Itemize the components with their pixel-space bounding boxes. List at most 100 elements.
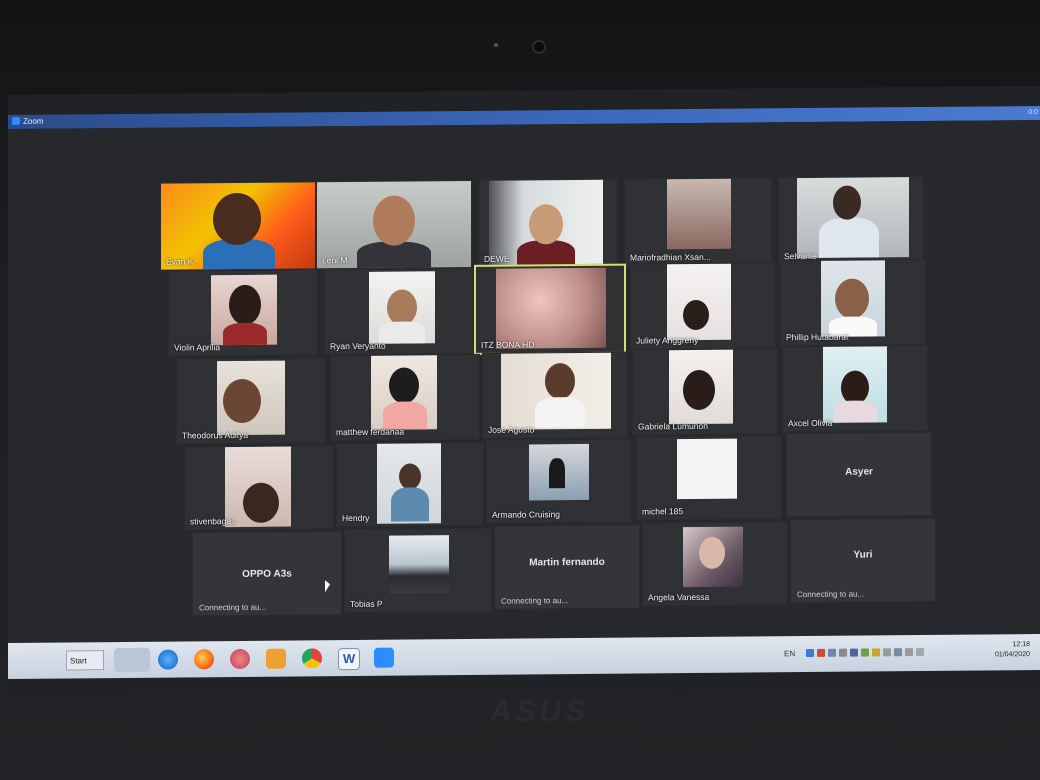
participant-tile[interactable]: OPPO A3s Connecting to au... xyxy=(192,531,342,617)
connecting-status: Connecting to au... xyxy=(501,596,569,606)
participant-name: stivenbagas xyxy=(190,516,236,527)
participant-tile[interactable]: Violin Aprilia xyxy=(168,269,318,357)
participant-name: Axcel Olivia xyxy=(788,417,833,429)
participant-name: Violin Aprilia xyxy=(174,342,221,353)
participant-tile[interactable]: michel 185 xyxy=(636,435,782,521)
participant-tile[interactable]: Phillip Hutabarat xyxy=(780,258,926,347)
participant-video xyxy=(217,360,285,436)
tray-icon[interactable] xyxy=(861,648,869,657)
chrome-icon[interactable] xyxy=(302,648,322,669)
participant-tile[interactable]: Mariofradhian Xsan... xyxy=(624,177,772,267)
participant-tile[interactable]: Jose Agusto xyxy=(482,351,628,439)
participant-tile[interactable]: stivenbagas xyxy=(184,445,334,531)
participant-name: Ryan Veryanto xyxy=(330,340,386,352)
participant-tile-active-speaker[interactable]: ITZ BONA HD xyxy=(474,263,626,355)
participant-tile[interactable]: Asyer xyxy=(786,431,932,518)
participant-name: michel 185 xyxy=(642,506,684,517)
participant-name: Gabriela Lumunon xyxy=(638,420,708,432)
participant-name: Theodorus Aditya xyxy=(182,429,249,441)
participant-tile[interactable]: DEWE xyxy=(478,178,618,268)
system-tray: EN 12:18 01/04/2020 xyxy=(784,638,1034,668)
clock-date: 01/04/2020 xyxy=(994,651,1030,659)
participant-tile[interactable]: Selvanie xyxy=(778,176,924,266)
participant-name: Hendry xyxy=(342,512,370,524)
participant-name: Leni M xyxy=(322,255,348,266)
zoom-gallery-view: Evan K Leni M DEWE Mariofradhian Xsan... xyxy=(8,119,1040,659)
tray-icon[interactable] xyxy=(872,648,880,657)
zoom-app-icon xyxy=(12,116,20,125)
participant-tile[interactable]: Hendry xyxy=(336,441,484,528)
participant-video xyxy=(683,526,743,588)
participant-name: Juliety Anggreny xyxy=(636,334,699,346)
windows-taskbar: Start W EN 12:18 01/04/2020 xyxy=(8,633,1040,679)
participant-video xyxy=(823,346,887,423)
participant-name: Armando Cruising xyxy=(492,509,561,520)
participant-video xyxy=(677,438,737,500)
participant-video xyxy=(211,274,277,346)
start-button[interactable]: Start xyxy=(66,650,104,671)
participant-name: Mariofradhian Xsan... xyxy=(630,251,711,263)
participant-name: Jose Agusto xyxy=(488,424,535,435)
quicklaunch-icon[interactable] xyxy=(114,647,150,673)
clock-time: 12:18 xyxy=(1012,641,1030,649)
tray-icon[interactable] xyxy=(894,648,902,657)
ie-icon[interactable] xyxy=(158,649,178,670)
participant-video xyxy=(797,177,909,259)
tray-icon[interactable] xyxy=(828,648,836,657)
window-title: Zoom xyxy=(23,116,44,126)
participant-name-center: OPPO A3s xyxy=(242,568,292,581)
tray-icon[interactable] xyxy=(905,648,913,657)
participant-name-center: Yuri xyxy=(853,548,873,561)
participant-name: Phillip Hutabarat xyxy=(786,331,849,343)
participant-video xyxy=(389,535,449,594)
camera-led xyxy=(494,43,498,47)
language-indicator[interactable]: EN xyxy=(784,649,795,658)
connecting-status: Connecting to au... xyxy=(199,602,267,613)
tray-icon[interactable] xyxy=(883,648,891,657)
tray-icon[interactable] xyxy=(850,648,858,657)
participant-name: DEWE xyxy=(484,253,510,264)
outlook-icon[interactable] xyxy=(266,648,286,669)
participant-tile[interactable]: Juliety Anggreny xyxy=(630,262,776,350)
tray-icon[interactable] xyxy=(916,648,924,657)
mouse-cursor xyxy=(325,580,330,593)
participant-name: Tobias P xyxy=(350,598,383,610)
firefox-icon[interactable] xyxy=(194,649,214,670)
participant-video xyxy=(821,260,885,337)
participant-tile[interactable]: Leni M xyxy=(316,179,472,270)
connecting-status: Connecting to au... xyxy=(797,589,865,600)
tray-icon[interactable] xyxy=(806,648,814,658)
participant-tile[interactable]: Tobias P xyxy=(344,527,492,614)
chrome-alt-icon[interactable] xyxy=(230,648,250,670)
word-icon[interactable]: W xyxy=(338,647,360,671)
participant-tile[interactable]: Armando Cruising xyxy=(486,438,632,524)
laptop-screen: Zoom 0:0 Evan K Leni M DEWE Mariofradhia… xyxy=(8,85,1040,695)
participant-name: matthew ferdanaa xyxy=(336,426,405,438)
participant-name: Angela Vanessa xyxy=(648,591,710,603)
participant-video xyxy=(377,443,441,524)
participant-name-center: Asyer xyxy=(845,466,873,478)
system-clock[interactable]: 12:18 01/04/2020 xyxy=(995,640,1030,660)
participant-tile[interactable]: Gabriela Lumunon xyxy=(632,348,778,436)
titlebar-right-text: 0:0 xyxy=(1028,109,1038,117)
tray-icon[interactable] xyxy=(817,648,825,657)
tray-icon[interactable] xyxy=(839,648,847,657)
participant-tile[interactable]: Yuri Connecting to au... xyxy=(790,517,936,604)
participant-video xyxy=(667,178,731,250)
zoom-icon[interactable] xyxy=(374,647,394,668)
participant-tile[interactable]: Theodorus Aditya xyxy=(176,357,326,445)
participant-tile[interactable]: Evan K xyxy=(160,181,316,271)
participant-video xyxy=(496,267,606,349)
asus-logo: ASUS xyxy=(490,695,590,728)
participant-tile[interactable]: Ryan Veryanto xyxy=(324,267,474,356)
participant-tile[interactable]: matthew ferdanaa xyxy=(330,353,480,442)
participant-tile[interactable]: Axcel Olivia xyxy=(782,344,928,433)
participant-tile[interactable]: Martin fernando Connecting to au... xyxy=(494,524,640,610)
tray-icons xyxy=(806,648,956,659)
participant-video xyxy=(369,271,435,344)
participant-video xyxy=(669,349,733,425)
participant-video xyxy=(667,263,731,341)
participant-name-center: Martin fernando xyxy=(529,556,605,569)
participant-tile[interactable]: Angela Vanessa xyxy=(642,521,788,607)
participant-video xyxy=(529,443,589,501)
